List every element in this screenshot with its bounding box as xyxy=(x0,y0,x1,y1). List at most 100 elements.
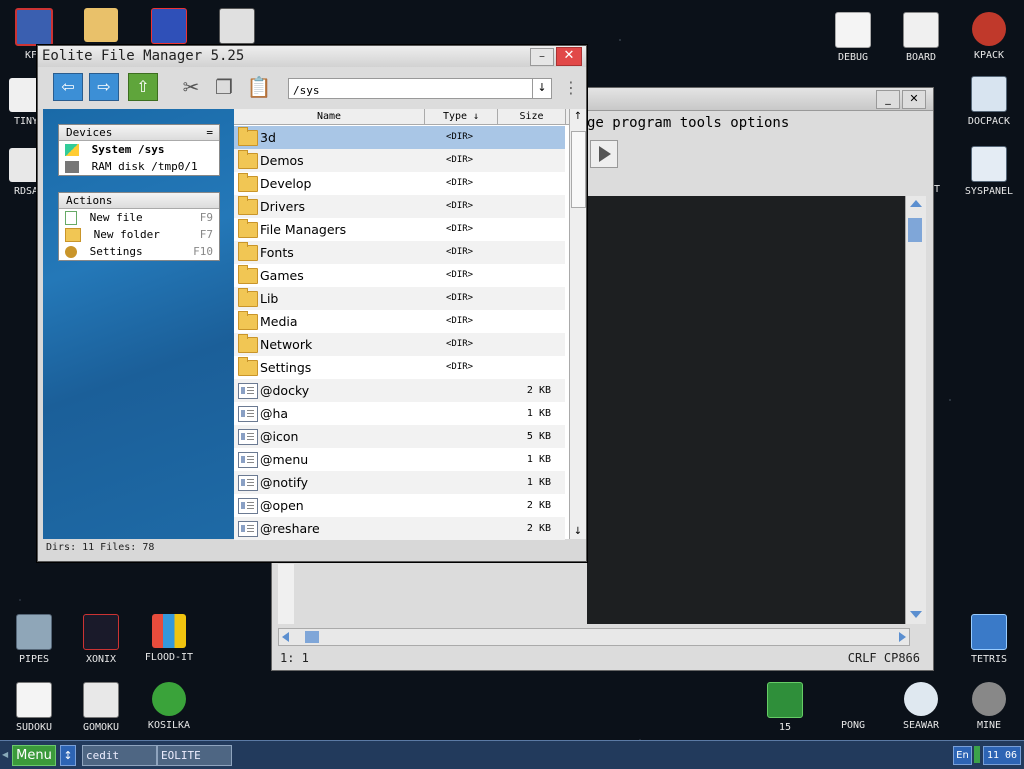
file-icon xyxy=(238,498,258,514)
cedit-menu[interactable]: ge program tools options xyxy=(587,115,789,131)
desktop-icon-gomoku[interactable]: GOMOKU xyxy=(67,682,135,733)
editor-hscroll[interactable] xyxy=(278,628,910,646)
table-row[interactable]: 3d <DIR> xyxy=(234,126,565,149)
table-row[interactable]: @notify 1 KB xyxy=(234,471,565,494)
file-name: @ha xyxy=(260,406,289,421)
table-row[interactable]: @docky 2 KB xyxy=(234,379,565,402)
file-name: Develop xyxy=(260,176,312,191)
up-button[interactable]: ⇧ xyxy=(128,73,158,101)
file-icon xyxy=(238,429,258,445)
table-row[interactable]: Fonts <DIR> xyxy=(234,241,565,264)
cut-icon[interactable]: ✂ xyxy=(177,73,205,101)
path-input[interactable] xyxy=(289,82,527,99)
more-menu-icon[interactable]: ⋮ xyxy=(563,77,579,99)
paste-icon[interactable]: 📋 xyxy=(245,73,273,101)
devices-header[interactable]: Devices = xyxy=(59,125,219,141)
forward-button[interactable]: ⇨ xyxy=(89,73,119,101)
table-row[interactable]: @ha 1 KB xyxy=(234,402,565,425)
desktop-icon-calc[interactable] xyxy=(203,8,271,48)
scroll-thumb[interactable] xyxy=(571,131,586,208)
task-cedit[interactable]: cedit xyxy=(82,745,157,766)
fm-titlebar[interactable]: Eolite File Manager 5.25 – ✕ xyxy=(38,46,586,67)
tetris-icon xyxy=(971,614,1007,650)
desktop-icon-flood-it[interactable]: FLOOD-IT xyxy=(135,614,203,663)
back-button[interactable]: ⇦ xyxy=(53,73,83,101)
table-row[interactable]: @menu 1 KB xyxy=(234,448,565,471)
minimize-button[interactable]: – xyxy=(530,48,554,66)
device-system[interactable]: System /sys xyxy=(59,141,219,158)
column-name[interactable]: Name xyxy=(234,109,425,124)
table-row[interactable]: Drivers <DIR> xyxy=(234,195,565,218)
collapse-icon[interactable]: = xyxy=(206,125,213,140)
scroll-left-icon[interactable] xyxy=(282,632,289,642)
file-list-scrollbar[interactable]: ↑ ↓ xyxy=(569,109,586,539)
desktop-icon-kpack[interactable]: KPACK xyxy=(955,12,1023,61)
clock[interactable]: 11 06 xyxy=(983,746,1021,765)
copy-icon[interactable]: ❐ xyxy=(210,73,238,101)
desktop-icon-xonix[interactable]: XONIX xyxy=(67,614,135,665)
desktop-icon-editor[interactable] xyxy=(135,8,203,48)
code-editor-area[interactable] xyxy=(587,196,907,624)
fm-toolbar: ⇦ ⇨ ⇧ ✂ ❐ 📋 ↓ ⋮ xyxy=(38,67,586,109)
column-type[interactable]: Type ↓ xyxy=(425,109,498,124)
table-row[interactable]: Lib <DIR> xyxy=(234,287,565,310)
table-row[interactable]: File Managers <DIR> xyxy=(234,218,565,241)
hscroll-thumb[interactable] xyxy=(305,631,319,643)
taskbar: ◀ Menu ↕ cedit EOLITE En 11 06 xyxy=(0,740,1024,769)
table-row[interactable]: @icon 5 KB xyxy=(234,425,565,448)
desktop-icon-debug[interactable]: DEBUG xyxy=(819,12,887,63)
scroll-down-icon[interactable]: ↓ xyxy=(570,524,586,539)
desktop-icon-sudoku[interactable]: SUDOKU xyxy=(0,682,68,733)
table-row[interactable]: Demos <DIR> xyxy=(234,149,565,172)
editor-vscroll[interactable] xyxy=(905,196,926,624)
desktop-icon-board[interactable]: BOARD xyxy=(887,12,955,63)
fm-statusbar: Dirs: 11 Files: 78 xyxy=(46,542,155,553)
scroll-right-icon[interactable] xyxy=(899,632,906,642)
language-indicator[interactable]: En xyxy=(953,746,972,765)
desktop-icon-pipes[interactable]: PIPES xyxy=(0,614,68,665)
run-button[interactable] xyxy=(590,140,618,168)
table-row[interactable]: Develop <DIR> xyxy=(234,172,565,195)
file-list[interactable]: Name Type ↓ Size 3d <DIR> Demos <DIR> Develo… xyxy=(234,109,586,540)
ram-disk-icon xyxy=(65,161,79,173)
close-button[interactable]: ✕ xyxy=(556,47,582,66)
device-ramdisk[interactable]: RAM disk /tmp0/1 xyxy=(59,158,219,175)
file-size: 2 KB xyxy=(526,385,551,396)
desktop-icon-syspanel[interactable]: SYSPANEL xyxy=(955,146,1023,197)
file-type: <DIR> xyxy=(446,132,474,142)
table-row[interactable]: Network <DIR> xyxy=(234,333,565,356)
table-row[interactable]: @open 2 KB xyxy=(234,494,565,517)
desktop-icon-folder[interactable] xyxy=(67,8,135,46)
devices-panel: Devices = System /sys RAM disk /tmp0/1 xyxy=(58,124,220,176)
file-manager-window[interactable]: Eolite File Manager 5.25 – ✕ ⇦ ⇨ ⇧ ✂ ❐ 📋… xyxy=(37,45,587,562)
close-button[interactable]: ✕ xyxy=(902,90,926,109)
desktop-icon-docpack[interactable]: DOCPACK xyxy=(955,76,1023,127)
scroll-up-icon[interactable]: ↑ xyxy=(570,109,586,124)
desktop-icon-mine[interactable]: MINE xyxy=(955,682,1023,731)
desktop-icon-tetris[interactable]: TETRIS xyxy=(955,614,1023,665)
switch-windows-icon[interactable]: ↕ xyxy=(60,745,76,766)
desktop-icon-seawar[interactable]: SEAWAR xyxy=(887,682,955,731)
taskbar-left-arrow-icon[interactable]: ◀ xyxy=(2,750,8,759)
chevron-down-icon[interactable]: ↓ xyxy=(532,79,551,98)
desktop-icon-kosilka[interactable]: KOSILKA xyxy=(135,682,203,731)
menu-button[interactable]: Menu xyxy=(12,745,56,766)
table-row[interactable]: @reshare 2 KB xyxy=(234,517,565,540)
desktop-icon-15[interactable]: 15 xyxy=(751,682,819,733)
scroll-up-icon[interactable] xyxy=(910,200,922,207)
action-new-folder[interactable]: New folder F7 xyxy=(59,226,219,243)
table-row[interactable]: Games <DIR> xyxy=(234,264,565,287)
task-eolite[interactable]: EOLITE xyxy=(157,745,232,766)
minimize-button[interactable]: _ xyxy=(876,90,900,109)
column-size[interactable]: Size xyxy=(498,109,566,124)
scroll-down-icon[interactable] xyxy=(910,611,922,618)
table-row[interactable]: Settings <DIR> xyxy=(234,356,565,379)
action-new-file[interactable]: New file F9 xyxy=(59,209,219,226)
action-settings[interactable]: Settings F10 xyxy=(59,243,219,260)
desktop-icon-pong[interactable]: PONG xyxy=(819,682,887,731)
scroll-thumb[interactable] xyxy=(908,218,922,242)
actions-header: Actions xyxy=(59,193,219,209)
path-field[interactable]: ↓ xyxy=(288,78,552,99)
file-name: @docky xyxy=(260,383,310,398)
table-row[interactable]: Media <DIR> xyxy=(234,310,565,333)
